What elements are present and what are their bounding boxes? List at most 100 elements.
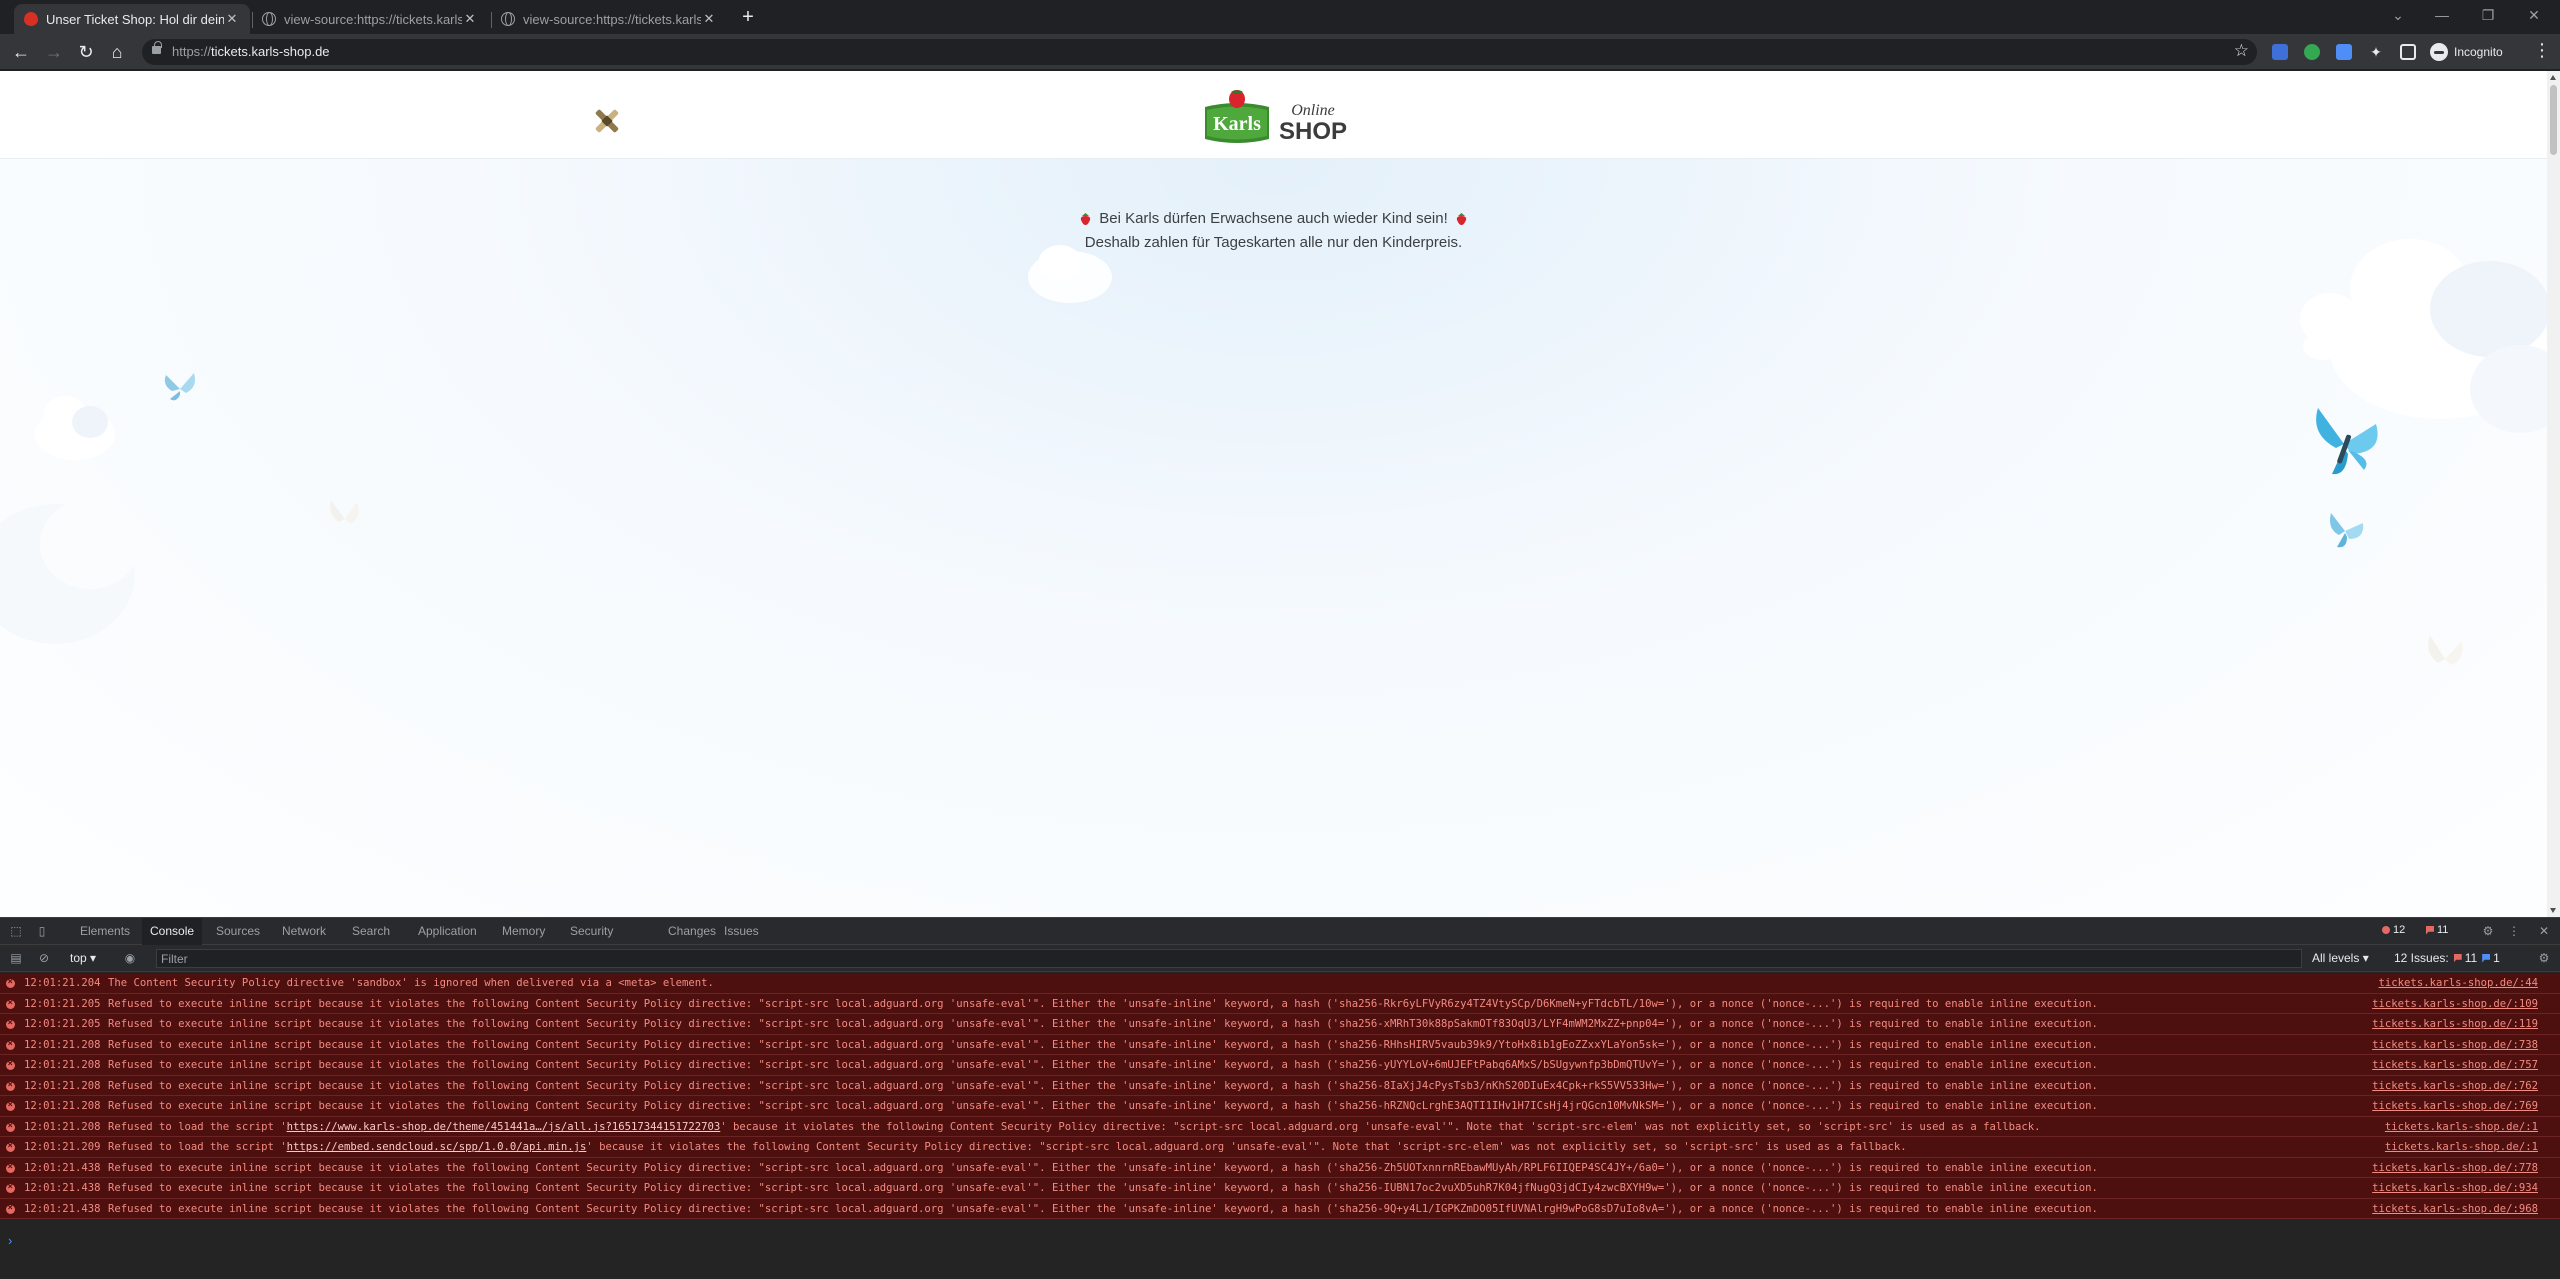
console-message: Refused to execute inline script because… — [108, 1158, 2358, 1178]
console-source-link[interactable]: tickets.karls-shop.de/:968 — [2372, 1199, 2538, 1219]
console-source-link[interactable]: tickets.karls-shop.de/:1 — [2385, 1137, 2538, 1157]
console-source-link[interactable]: tickets.karls-shop.de/:778 — [2372, 1158, 2538, 1178]
console-source-link[interactable]: tickets.karls-shop.de/:738 — [2372, 1035, 2538, 1055]
error-icon — [6, 973, 15, 993]
restore-icon[interactable]: ❐ — [2466, 4, 2510, 26]
close-window-icon[interactable]: ✕ — [2512, 4, 2556, 26]
tab-search-icon[interactable]: ⌄ — [2376, 4, 2420, 26]
devtools-tab-changes[interactable]: Changes — [660, 918, 724, 945]
browser-tab-2[interactable]: view-source:https://tickets.karls- ✕ — [252, 4, 488, 34]
console-source-link[interactable]: tickets.karls-shop.de/:757 — [2372, 1055, 2538, 1075]
live-expression-eye-icon[interactable]: ◉ — [122, 950, 138, 966]
minimize-icon[interactable]: — — [2420, 4, 2464, 26]
browser-tab-3[interactable]: view-source:https://tickets.karls- ✕ — [491, 4, 727, 34]
console-message-text: Refused to execute inline script because… — [108, 997, 2098, 1010]
console-source-link[interactable]: tickets.karls-shop.de/:1 — [2385, 1117, 2538, 1137]
incognito-indicator[interactable]: Incognito — [2430, 43, 2503, 61]
console-script-link[interactable]: https://www.karls-shop.de/theme/451441a…… — [287, 1121, 721, 1133]
bookmark-star-icon[interactable]: ☆ — [2234, 41, 2249, 61]
warning-count: 11 — [2437, 924, 2449, 936]
back-icon[interactable]: ← — [10, 41, 32, 63]
butterfly-decoration — [330, 500, 359, 524]
shield-extension-icon[interactable] — [2272, 44, 2288, 60]
levels-value: All levels — [2312, 951, 2360, 965]
devtools-tab-network[interactable]: Network — [274, 918, 334, 945]
error-icon — [6, 1117, 15, 1136]
device-toolbar-icon[interactable]: ▯ — [34, 923, 50, 939]
console-settings-icon[interactable]: ⚙ — [2536, 950, 2552, 966]
console-filter-input[interactable] — [156, 949, 2302, 968]
console-source-link[interactable]: tickets.karls-shop.de/:119 — [2372, 1014, 2538, 1034]
console-sidebar-icon[interactable]: ▤ — [8, 950, 24, 966]
console-message: Refused to load the script 'https://embe… — [108, 1137, 2358, 1157]
console-prompt[interactable]: › — [8, 1233, 12, 1248]
cloud-decoration — [0, 499, 140, 644]
scrollbar-thumb[interactable] — [2550, 85, 2557, 155]
warning-count-badge[interactable]: 11 — [2426, 924, 2448, 936]
butterfly-decoration — [2316, 408, 2378, 475]
devtools-more-icon[interactable]: ⋮ — [2506, 923, 2522, 939]
error-count-badge[interactable]: 12 — [2382, 924, 2405, 936]
forward-icon[interactable]: → — [43, 41, 65, 63]
console-script-link[interactable]: https://embed.sendcloud.sc/spp/1.0.0/api… — [287, 1141, 587, 1153]
console-source-link[interactable]: tickets.karls-shop.de/:109 — [2372, 994, 2538, 1014]
console-error-row: 12:01:21.208 Refused to execute inline sc… — [0, 1096, 2560, 1117]
browser-tab-1[interactable]: Unser Ticket Shop: Hol dir dein T ✕ — [14, 4, 250, 34]
butterfly-decoration — [2330, 513, 2364, 548]
scroll-up-icon[interactable] — [2550, 75, 2556, 80]
close-tab-icon[interactable]: ✕ — [701, 11, 717, 27]
page-scrollbar[interactable] — [2547, 71, 2560, 917]
console-message-text: Refused to execute inline script because… — [108, 1059, 2098, 1071]
console-timestamp: 12:01:21.205 — [24, 997, 101, 1010]
extensions-puzzle-icon[interactable]: ✦ — [2368, 44, 2384, 60]
tagline: Bei Karls dürfen Erwachsene auch wieder … — [0, 207, 2547, 255]
strawberry-favicon-icon — [24, 12, 38, 26]
scroll-down-icon[interactable] — [2550, 908, 2556, 913]
close-tab-icon[interactable]: ✕ — [462, 11, 478, 27]
log-levels-dropdown[interactable]: All levels ▾ — [2312, 951, 2369, 965]
translate-extension-icon[interactable] — [2336, 44, 2352, 60]
side-panel-icon[interactable] — [2400, 44, 2416, 60]
error-count: 12 — [2393, 924, 2406, 936]
tools-icon[interactable] — [592, 106, 622, 136]
console-source-link[interactable]: tickets.karls-shop.de/:934 — [2372, 1178, 2538, 1198]
issues-counter[interactable]: 12 Issues: 11 1 — [2394, 951, 2500, 965]
devtools-tab-application[interactable]: Application — [410, 918, 485, 945]
devtools-tab-elements[interactable]: Elements — [72, 918, 138, 945]
console-source-link[interactable]: tickets.karls-shop.de/:769 — [2372, 1096, 2538, 1116]
tagline-text-2: Deshalb zahlen für Tageskarten alle nur … — [1084, 234, 1463, 251]
browser-menu-icon[interactable]: ⋮ — [2532, 40, 2552, 61]
console-message-text: Refused to execute inline script because… — [108, 1038, 2098, 1051]
devtools-tab-console[interactable]: Console — [142, 918, 203, 945]
devtools-tab-search[interactable]: Search — [344, 918, 398, 945]
error-icon — [6, 1199, 15, 1218]
cloud-decoration — [35, 396, 115, 460]
logo-shop-text: SHOP — [1279, 118, 1347, 145]
url-text: https://tickets.karls-shop.de — [172, 44, 330, 59]
butterfly-decoration — [164, 373, 195, 401]
error-icon — [6, 1014, 15, 1034]
close-tab-icon[interactable]: ✕ — [224, 11, 240, 27]
devtools-tab-sources[interactable]: Sources — [208, 918, 268, 945]
devtools-tabbar: ⬚ ▯ Elements Console Sources Network Sea… — [0, 918, 2560, 945]
devtools-tab-memory[interactable]: Memory — [494, 918, 553, 945]
tagline-text-1: Bei Karls dürfen Erwachsene auch wieder … — [1099, 210, 1448, 227]
clear-console-icon[interactable]: ⊘ — [36, 950, 52, 966]
reload-icon[interactable]: ↻ — [75, 41, 97, 63]
console-source-link[interactable]: tickets.karls-shop.de/:762 — [2372, 1076, 2538, 1096]
console-source-link[interactable]: tickets.karls-shop.de/:44 — [2379, 973, 2538, 993]
adguard-extension-icon[interactable] — [2304, 44, 2320, 60]
karls-online-shop-logo[interactable]: Karls Online SHOP — [1203, 89, 1355, 147]
console-timestamp: 12:01:21.208 — [24, 1038, 101, 1051]
context-selector[interactable]: top ▾ — [70, 951, 96, 965]
devtools-tab-issues[interactable]: Issues — [716, 918, 767, 945]
home-icon[interactable]: ⌂ — [106, 41, 128, 63]
new-tab-button[interactable]: + — [736, 6, 760, 30]
devtools-close-icon[interactable]: ✕ — [2536, 923, 2552, 939]
console-timestamp: 12:01:21.208 — [24, 1100, 101, 1112]
devtools-settings-icon[interactable]: ⚙ — [2480, 923, 2496, 939]
devtools-tab-security[interactable]: Security — [562, 918, 621, 945]
inspect-element-icon[interactable]: ⬚ — [8, 923, 24, 939]
console-message-text: Refused to load the script ' — [108, 1141, 287, 1153]
address-bar[interactable]: https://tickets.karls-shop.de ☆ — [142, 39, 2257, 65]
